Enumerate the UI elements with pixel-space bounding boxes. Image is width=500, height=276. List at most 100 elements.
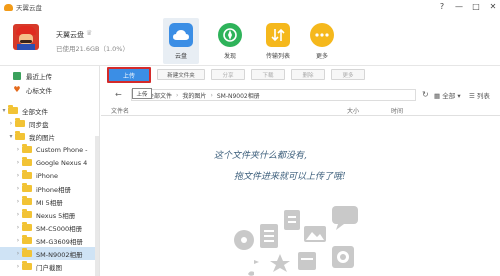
folder-icon: [22, 157, 32, 166]
nav-cloud[interactable]: 云盘: [163, 18, 199, 64]
new-folder-button[interactable]: 新建文件夹: [157, 69, 205, 80]
sidebar-folder-item[interactable]: › MI 5相册: [0, 195, 99, 208]
more-icon: [310, 23, 334, 47]
sidebar-item-my-photos[interactable]: ▾ 我的图片: [0, 130, 99, 143]
chevron-down-icon[interactable]: ▾: [7, 133, 15, 140]
share-button[interactable]: 分享: [211, 69, 245, 80]
sidebar-folder-item[interactable]: › SM-C5000相册: [0, 221, 99, 234]
sidebar-item-favorites[interactable]: ♥ 心标文件: [0, 83, 99, 96]
sidebar-item-label: Google Nexus 4: [36, 158, 88, 167]
back-arrow-icon[interactable]: ←: [115, 90, 122, 99]
chevron-right-icon[interactable]: ›: [14, 250, 22, 257]
column-name[interactable]: 文件名: [111, 106, 129, 115]
chevron-right-icon[interactable]: ›: [14, 211, 22, 218]
sidebar-folder-item[interactable]: › SM-N9002相册: [0, 247, 99, 260]
path-bar: ← 全部文件 › 我的图片 › SM-N9002相册 ↻ ▦ 全部 ▾ ☰ 列表: [101, 88, 500, 102]
column-time[interactable]: 时间: [391, 106, 403, 115]
title-bar: 天翼云盘 ? — □ ✕: [0, 0, 500, 14]
chevron-right-icon: ›: [176, 91, 179, 99]
avatar[interactable]: [13, 24, 39, 50]
minimize-button[interactable]: —: [454, 1, 464, 12]
help-button[interactable]: ?: [437, 1, 447, 12]
cloud-logo-icon: [4, 3, 13, 11]
sidebar-item-label: 全部文件: [22, 107, 48, 116]
window-controls: ? — □ ✕: [437, 1, 498, 12]
chevron-right-icon[interactable]: ›: [14, 237, 22, 244]
list-view-toggle[interactable]: ☰ 列表: [469, 90, 490, 100]
sidebar-folder-item[interactable]: › Custom Phone -: [0, 143, 99, 156]
filter-dropdown[interactable]: ▦ 全部 ▾: [434, 90, 461, 100]
list-icon: ☰: [469, 92, 475, 100]
sidebar-item-sync[interactable]: › 同步盘: [0, 117, 99, 130]
chevron-right-icon[interactable]: ›: [7, 120, 15, 127]
upload-button[interactable]: 上传: [107, 67, 151, 83]
sidebar-folder-item[interactable]: › 门户截图: [0, 260, 99, 273]
sidebar-item-label: Nexus 5相册: [36, 211, 76, 220]
chevron-right-icon[interactable]: ›: [14, 172, 22, 179]
breadcrumb-item[interactable]: 我的图片: [182, 91, 206, 100]
file-icon: [284, 210, 300, 230]
close-button[interactable]: ✕: [488, 1, 498, 12]
chevron-right-icon[interactable]: ›: [14, 146, 22, 153]
compass-icon: [218, 23, 242, 47]
delete-button[interactable]: 删除: [291, 69, 325, 80]
folder-icon: [22, 261, 32, 270]
grid-icon: ▦: [434, 92, 441, 100]
empty-message-line2: 拖文件进来就可以上传了哦!: [234, 172, 346, 182]
more-button[interactable]: 更多: [331, 69, 365, 80]
sidebar-item-label: 我的图片: [29, 133, 55, 142]
column-header: 文件名 大小 时间: [101, 104, 500, 116]
chevron-right-icon[interactable]: ›: [14, 185, 22, 192]
chevron-right-icon[interactable]: ›: [14, 159, 22, 166]
empty-folder-illustration: [234, 206, 358, 276]
nav-more[interactable]: 更多: [304, 18, 340, 64]
column-size[interactable]: 大小: [347, 106, 359, 115]
storage-usage: 已使用21.6GB（1.0%）: [56, 45, 129, 53]
star-icon: [270, 254, 290, 272]
sidebar-item-label: 最近上传: [26, 72, 52, 81]
recent-upload-icon: [13, 71, 21, 80]
download-button[interactable]: 下载: [251, 69, 285, 80]
nav-discover[interactable]: 发现: [212, 18, 248, 64]
transfer-icon: [266, 23, 290, 47]
crown-icon[interactable]: ♛: [86, 29, 98, 37]
sidebar-folder-item[interactable]: › Google Nexus 4: [0, 156, 99, 169]
maximize-button[interactable]: □: [471, 1, 481, 12]
heart-icon: ♥: [13, 84, 21, 94]
sidebar-item-label: MI 5相册: [36, 198, 63, 207]
sidebar-item-label: 同步盘: [29, 120, 49, 129]
sidebar: 最近上传 ♥ 心标文件 ▾ 全部文件 › 同步盘 ▾ 我的图片 › Custom …: [0, 66, 100, 276]
calendar-icon: [298, 252, 316, 270]
sidebar-item-label: iPhone相册: [36, 185, 71, 194]
sidebar-scrollbar[interactable]: [95, 136, 99, 276]
folder-icon: [22, 235, 32, 244]
refresh-icon[interactable]: ↻: [422, 90, 429, 99]
chevron-right-icon[interactable]: ›: [14, 224, 22, 231]
chevron-right-icon[interactable]: ›: [14, 198, 22, 205]
nav-cloud-label: 云盘: [174, 53, 187, 60]
sidebar-item-all-files[interactable]: ▾ 全部文件: [0, 104, 99, 117]
sidebar-item-label: Custom Phone -: [36, 145, 88, 154]
filter-label: 全部: [442, 92, 456, 100]
app-title: 天翼云盘: [16, 4, 42, 12]
folder-icon: [22, 196, 32, 205]
music-note-icon: [248, 260, 259, 276]
sidebar-folder-item[interactable]: › iPhone: [0, 169, 99, 182]
nav-transfer[interactable]: 传输列表: [258, 18, 298, 64]
sidebar-item-label: SM-G3609相册: [36, 237, 83, 246]
sidebar-folder-item[interactable]: › iPhone相册: [0, 182, 99, 195]
folder-icon: [22, 170, 32, 179]
folder-icon: [8, 105, 18, 114]
chevron-down-icon[interactable]: ▾: [0, 107, 8, 114]
sidebar-folder-item[interactable]: › SM-G3609相册: [0, 234, 99, 247]
cloud-icon: [169, 23, 193, 47]
breadcrumb-item[interactable]: SM-N9002相册: [217, 91, 260, 100]
chevron-right-icon[interactable]: ›: [14, 263, 22, 270]
username: 天翼云盘: [56, 31, 84, 39]
folder-icon: [22, 183, 32, 192]
folder-icon: [22, 209, 32, 218]
breadcrumb: 全部文件 › 我的图片 › SM-N9002相册: [131, 89, 416, 101]
nav-transfer-label: 传输列表: [265, 53, 290, 60]
sidebar-folder-item[interactable]: › Nexus 5相册: [0, 208, 99, 221]
sidebar-item-recent[interactable]: 最近上传: [0, 69, 99, 82]
